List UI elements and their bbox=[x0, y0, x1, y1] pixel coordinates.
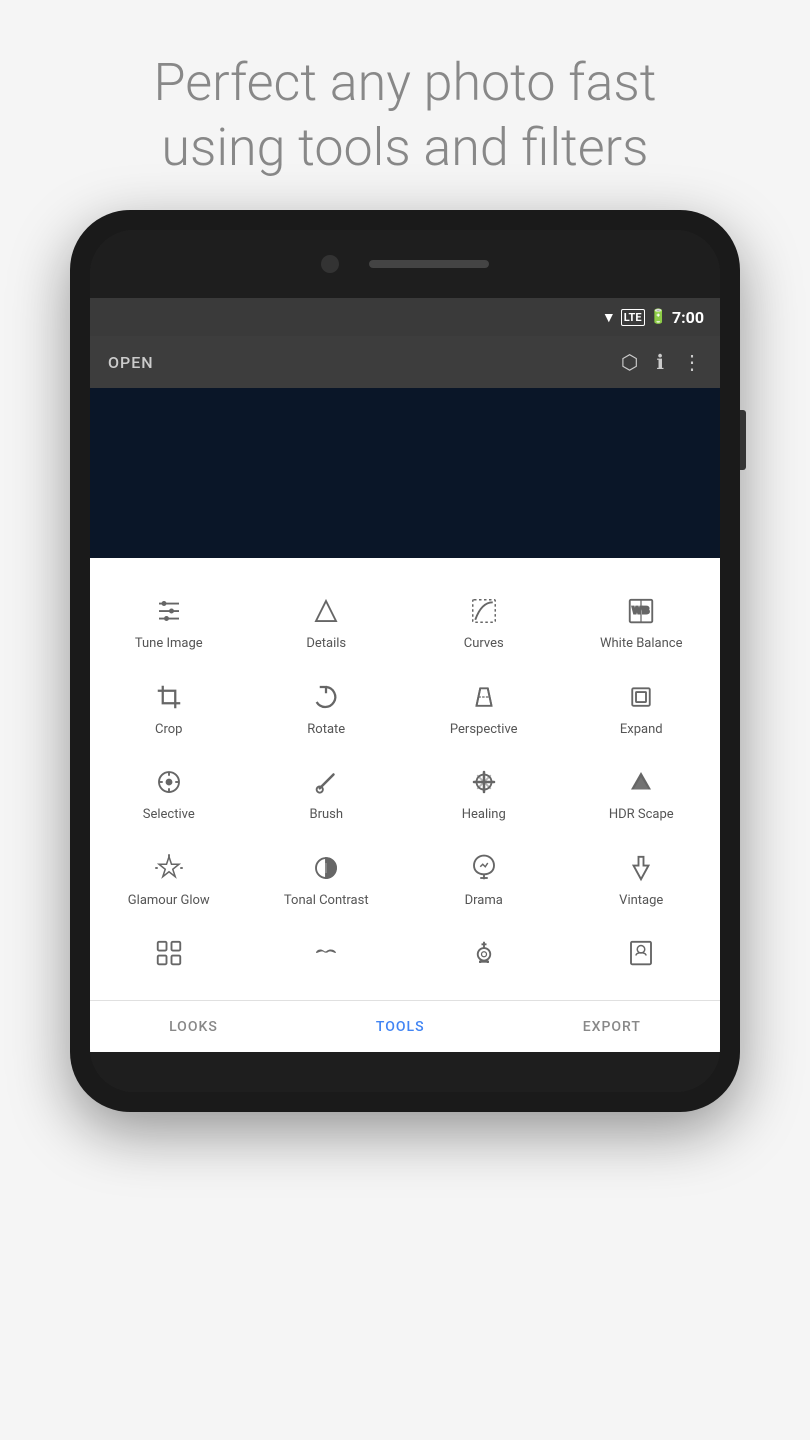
tool-grid: Tune Image Details bbox=[90, 568, 720, 1000]
nav-tools[interactable]: TOOLS bbox=[376, 1019, 425, 1035]
svg-text:B: B bbox=[643, 606, 650, 617]
hdr-scape-icon bbox=[626, 765, 656, 799]
tool-white-balance[interactable]: W B White Balance bbox=[563, 578, 721, 664]
crop-icon bbox=[154, 680, 184, 714]
header-line2: using tools and filters bbox=[161, 117, 648, 178]
selective-label: Selective bbox=[143, 807, 195, 823]
open-button[interactable]: OPEN bbox=[108, 353, 154, 372]
status-icons: ▼ LTE 🔋 7:00 bbox=[602, 308, 704, 327]
tool-brush[interactable]: Brush bbox=[248, 749, 406, 835]
looks-grid-icon bbox=[154, 936, 184, 970]
healing-icon bbox=[469, 765, 499, 799]
bottom-bezel bbox=[90, 1052, 720, 1092]
toolbar-icons: ⬡ ℹ ⋮ bbox=[621, 350, 702, 374]
phone-screen: ▼ LTE 🔋 7:00 OPEN ⬡ ℹ ⋮ bbox=[90, 230, 720, 1092]
tool-row5-3[interactable] bbox=[405, 920, 563, 990]
perspective-icon bbox=[469, 680, 499, 714]
crop-label: Crop bbox=[155, 722, 182, 738]
header-line1: Perfect any photo fast bbox=[154, 52, 657, 113]
page-header: Perfect any photo fast using tools and f… bbox=[94, 0, 717, 210]
drama-label: Drama bbox=[465, 893, 503, 909]
tool-tonal-contrast[interactable]: Tonal Contrast bbox=[248, 835, 406, 921]
wifi-icon: ▼ bbox=[602, 309, 616, 326]
healing-label: Healing bbox=[462, 807, 506, 823]
glamour-glow-icon bbox=[154, 851, 184, 885]
more-icon[interactable]: ⋮ bbox=[682, 350, 702, 374]
guitar-icon bbox=[469, 936, 499, 970]
tools-panel: Tune Image Details bbox=[90, 558, 720, 1052]
tool-vintage[interactable]: Vintage bbox=[563, 835, 721, 921]
portrait-icon bbox=[626, 936, 656, 970]
tool-crop[interactable]: Crop bbox=[90, 664, 248, 750]
top-bezel bbox=[90, 230, 720, 298]
curves-label: Curves bbox=[464, 636, 504, 652]
tonal-contrast-icon bbox=[311, 851, 341, 885]
tool-glamour-glow[interactable]: Glamour Glow bbox=[90, 835, 248, 921]
tool-healing[interactable]: Healing bbox=[405, 749, 563, 835]
status-bar: ▼ LTE 🔋 7:00 bbox=[90, 298, 720, 336]
rotate-label: Rotate bbox=[307, 722, 345, 738]
tool-row5-4[interactable] bbox=[563, 920, 721, 990]
tonal-contrast-label: Tonal Contrast bbox=[284, 893, 369, 909]
vintage-label: Vintage bbox=[619, 893, 663, 909]
tool-details[interactable]: Details bbox=[248, 578, 406, 664]
tool-tune-image[interactable]: Tune Image bbox=[90, 578, 248, 664]
moustache-icon bbox=[311, 936, 341, 970]
white-balance-label: White Balance bbox=[600, 636, 683, 652]
tool-hdr-scape[interactable]: HDR Scape bbox=[563, 749, 721, 835]
camera-dot bbox=[321, 255, 339, 273]
battery-icon: 🔋 bbox=[650, 309, 667, 325]
hdr-scape-label: HDR Scape bbox=[609, 807, 674, 823]
white-balance-icon: W B bbox=[626, 594, 656, 628]
expand-icon bbox=[626, 680, 656, 714]
layers-icon[interactable]: ⬡ bbox=[621, 350, 638, 374]
brush-label: Brush bbox=[309, 807, 343, 823]
tool-curves[interactable]: Curves bbox=[405, 578, 563, 664]
expand-label: Expand bbox=[620, 722, 663, 738]
side-button bbox=[740, 410, 746, 470]
glamour-glow-label: Glamour Glow bbox=[128, 893, 210, 909]
info-icon[interactable]: ℹ bbox=[656, 350, 664, 374]
tool-row5-2[interactable] bbox=[248, 920, 406, 990]
lte-icon: LTE bbox=[621, 309, 645, 326]
app-toolbar: OPEN ⬡ ℹ ⋮ bbox=[90, 336, 720, 388]
bottom-nav: LOOKS TOOLS EXPORT bbox=[90, 1000, 720, 1052]
tune-image-label: Tune Image bbox=[135, 636, 203, 652]
photo-preview bbox=[90, 388, 720, 558]
details-icon bbox=[311, 594, 341, 628]
curves-icon bbox=[469, 594, 499, 628]
tool-perspective[interactable]: Perspective bbox=[405, 664, 563, 750]
rotate-icon bbox=[311, 680, 341, 714]
speaker-bar bbox=[369, 260, 489, 268]
perspective-label: Perspective bbox=[450, 722, 518, 738]
brush-icon bbox=[311, 765, 341, 799]
details-label: Details bbox=[306, 636, 346, 652]
vintage-icon bbox=[626, 851, 656, 885]
tool-expand[interactable]: Expand bbox=[563, 664, 721, 750]
time-display: 7:00 bbox=[672, 308, 704, 327]
drama-icon bbox=[469, 851, 499, 885]
tool-drama[interactable]: Drama bbox=[405, 835, 563, 921]
tune-image-icon bbox=[154, 594, 184, 628]
selective-icon bbox=[154, 765, 184, 799]
nav-export[interactable]: EXPORT bbox=[583, 1019, 641, 1035]
tool-row5-1[interactable] bbox=[90, 920, 248, 990]
tool-rotate[interactable]: Rotate bbox=[248, 664, 406, 750]
nav-looks[interactable]: LOOKS bbox=[169, 1019, 218, 1035]
tool-selective[interactable]: Selective bbox=[90, 749, 248, 835]
phone-device: ▼ LTE 🔋 7:00 OPEN ⬡ ℹ ⋮ bbox=[70, 210, 740, 1112]
